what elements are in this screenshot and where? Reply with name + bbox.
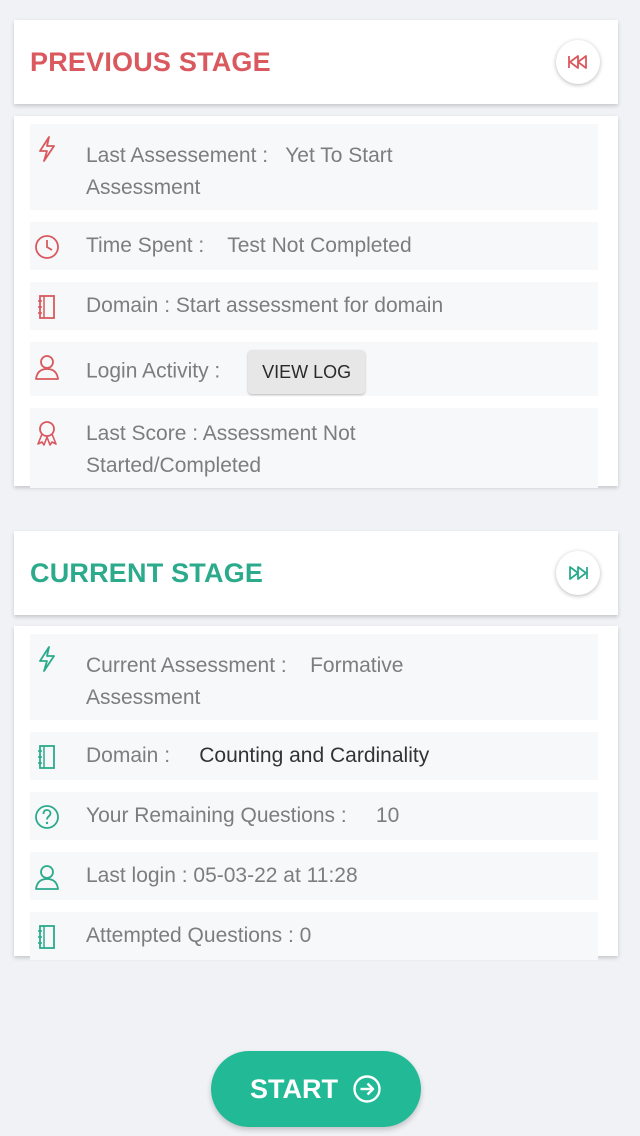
remaining-questions-label: Your Remaining Questions : — [86, 804, 347, 827]
attempted-questions-text: Attempted Questions : 0 — [86, 912, 556, 960]
attempted-questions-label: Attempted Questions : 0 — [86, 924, 312, 947]
last-assessment-value: Yet To Start — [285, 144, 393, 167]
notebook-icon — [34, 294, 60, 320]
remaining-questions-text: Your Remaining Questions : 10 — [86, 792, 556, 840]
time-spent-label: Time Spent : — [86, 234, 205, 257]
current-stage-forward-button[interactable] — [556, 551, 600, 595]
user-icon — [34, 354, 60, 380]
last-login-row: Last login : 05-03-22 at 11:28 — [30, 852, 598, 900]
current-assessment-row: Current Assessment : Formative Assessmen… — [30, 634, 598, 720]
attempted-questions-row: Attempted Questions : 0 — [30, 912, 598, 960]
current-domain-row: Domain : Counting and Cardinality — [30, 732, 598, 780]
domain-label: Domain : Start assessment for domain — [86, 294, 444, 317]
current-assessment-label: Current Assessment : — [86, 654, 287, 677]
login-activity-text: Login Activity : VIEW LOG — [86, 342, 556, 396]
last-score-text: Last Score : Assessment Not Started/Comp… — [86, 408, 556, 488]
previous-stage-details: Last Assessement : Yet To Start Assessme… — [14, 116, 618, 488]
remaining-questions-row: Your Remaining Questions : 10 — [30, 792, 598, 840]
remaining-questions-value: 10 — [375, 804, 400, 827]
time-spent-value: Test Not Completed — [227, 234, 412, 257]
current-stage-details: Current Assessment : Formative Assessmen… — [14, 626, 618, 960]
clock-icon — [34, 234, 60, 260]
previous-stage-title: PREVIOUS STAGE — [30, 46, 271, 77]
last-score-row: Last Score : Assessment Not Started/Comp… — [30, 408, 598, 488]
time-spent-row: Time Spent : Test Not Completed — [30, 222, 598, 270]
bolt-icon — [34, 136, 60, 162]
rewind-icon — [568, 55, 587, 69]
last-assessment-label: Last Assessement : — [86, 144, 269, 167]
current-stage-title: CURRENT STAGE — [30, 557, 264, 588]
last-assessment-value-cont: Assessment — [86, 176, 201, 199]
previous-stage-rewind-button[interactable] — [556, 40, 600, 84]
question-icon — [34, 804, 60, 830]
current-assessment-text: Current Assessment : Formative Assessmen… — [86, 634, 556, 720]
previous-stage-header: PREVIOUS STAGE — [14, 20, 618, 104]
award-icon — [34, 420, 60, 446]
start-button[interactable]: START — [211, 1051, 421, 1127]
current-assessment-value-cont: Assessment — [86, 686, 201, 709]
fast-forward-icon — [569, 566, 588, 580]
start-button-label: START — [250, 1073, 338, 1104]
arrow-circle-right-icon — [353, 1075, 381, 1103]
current-domain-text: Domain : Counting and Cardinality — [86, 732, 556, 780]
notebook-icon — [34, 744, 60, 770]
current-stage-header: CURRENT STAGE — [14, 531, 618, 615]
domain-text: Domain : Start assessment for domain — [86, 282, 556, 330]
view-log-button[interactable]: VIEW LOG — [248, 350, 366, 394]
time-spent-text: Time Spent : Test Not Completed — [86, 222, 556, 270]
last-assessment-text: Last Assessement : Yet To Start Assessme… — [86, 124, 556, 210]
bolt-icon — [34, 646, 60, 672]
notebook-icon — [34, 924, 60, 950]
last-login-text: Last login : 05-03-22 at 11:28 — [86, 852, 556, 900]
last-login-label: Last login : 05-03-22 at 11:28 — [86, 864, 358, 887]
login-activity-row: Login Activity : VIEW LOG — [30, 342, 598, 396]
last-score-label: Last Score : Assessment Not — [86, 422, 356, 445]
login-activity-label: Login Activity : — [86, 359, 221, 383]
last-assessment-row: Last Assessement : Yet To Start Assessme… — [30, 124, 598, 210]
user-icon — [34, 864, 60, 890]
last-score-label-cont: Started/Completed — [86, 454, 262, 477]
domain-row: Domain : Start assessment for domain — [30, 282, 598, 330]
current-domain-value: Counting and Cardinality — [199, 744, 430, 767]
current-domain-label: Domain : — [86, 744, 171, 767]
current-assessment-value: Formative — [310, 654, 404, 677]
